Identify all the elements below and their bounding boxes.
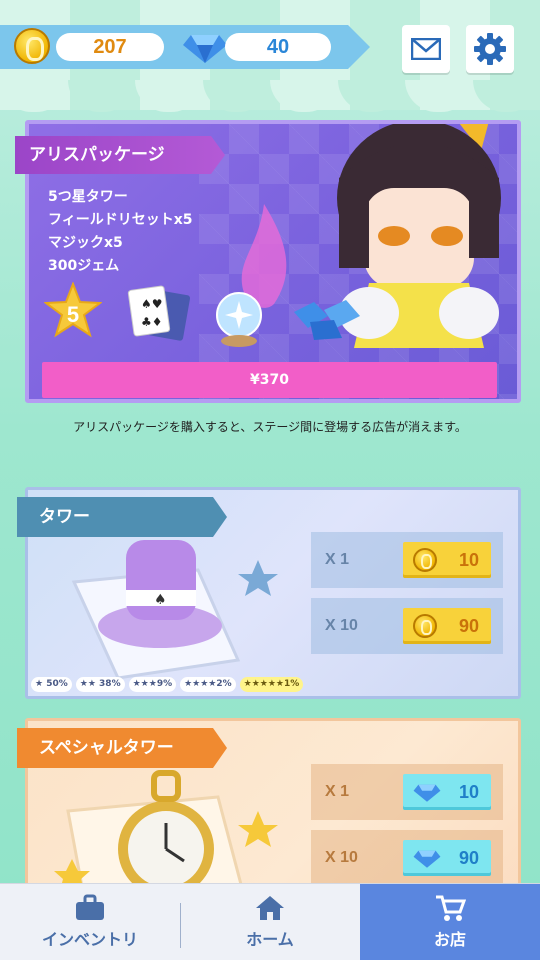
coin-icon — [413, 614, 437, 638]
package-item: マジックx5 — [48, 235, 123, 251]
star-rank-number: 5 — [67, 302, 79, 327]
awning-scallops — [0, 80, 540, 120]
quantity-label: X 1 — [325, 551, 350, 568]
mail-button[interactable] — [402, 25, 450, 73]
special-buy-x1-button[interactable]: 10 — [403, 774, 491, 810]
price-label: 10 — [458, 782, 479, 802]
nav-label: ホーム — [246, 930, 294, 949]
quantity-label: X 10 — [325, 617, 358, 634]
cards-image: ♠♥ ♣♦ — [127, 285, 191, 341]
tower-buy-x1-button[interactable]: 10 — [403, 542, 491, 578]
cart-icon — [436, 895, 466, 921]
special-gacha-title: スペシャルタワー — [17, 728, 227, 768]
tower-buy-row-1: X 1 10 — [311, 532, 503, 588]
price-label: 90 — [458, 848, 479, 868]
price-label: 10 — [458, 550, 479, 570]
svg-text:♠: ♠ — [154, 592, 167, 608]
gem-count: 40 — [225, 33, 331, 61]
quantity-label: X 10 — [325, 849, 358, 866]
gem-icon — [413, 850, 441, 868]
package-items-list: 5つ星タワー フィールドリセットx5 マジックx5 300ジェム — [48, 186, 193, 278]
tower-buy-x10-button[interactable]: 90 — [403, 608, 491, 644]
odds-badge: ★★★★2% — [180, 677, 236, 692]
odds-badge: ★★★9% — [128, 677, 177, 692]
coin-icon — [14, 28, 50, 64]
magic-hat-image: ♠ — [71, 540, 278, 680]
tower-buy-row-10: X 10 90 — [311, 598, 503, 654]
package-item: フィールドリセットx5 — [48, 212, 193, 228]
nav-label: お店 — [433, 930, 466, 949]
package-note: アリスパッケージを購入すると、ステージ間に登場する広告が消えます。 — [73, 420, 467, 434]
crystal-ball-image — [216, 292, 262, 347]
gems-pile-image — [294, 300, 360, 340]
svg-text:♣♦: ♣♦ — [141, 315, 163, 329]
coin-count: 207 — [56, 33, 164, 61]
settings-button[interactable] — [466, 25, 514, 73]
bottom-nav: インベントリ ホーム お店 — [0, 883, 540, 960]
price-label: 90 — [458, 616, 479, 636]
special-buy-row-1: X 1 10 — [311, 764, 503, 820]
nav-item-inventory[interactable]: インベントリ — [0, 884, 180, 960]
package-item: 5つ星タワー — [48, 189, 128, 205]
special-buy-x10-button[interactable]: 90 — [403, 840, 491, 876]
tower-gacha-title: タワー — [17, 497, 227, 537]
nav-divider — [180, 903, 181, 948]
package-item: 300ジェム — [48, 258, 120, 274]
special-buy-row-10: X 10 90 — [311, 830, 503, 886]
odds-badge: ★★ 38% — [75, 677, 125, 692]
odds-badge: ★ 50% — [31, 677, 72, 692]
svg-text:♠♥: ♠♥ — [141, 297, 163, 311]
gem-icon — [413, 784, 441, 802]
quantity-label: X 1 — [325, 783, 350, 800]
home-icon — [256, 896, 284, 920]
package-title: アリスパッケージ — [15, 136, 225, 174]
mail-icon — [411, 38, 441, 60]
odds-list: ★ 50% ★★ 38% ★★★9% ★★★★2% ★★★★★1% — [31, 677, 304, 692]
nav-item-home[interactable]: ホーム — [180, 884, 360, 960]
coin-icon — [413, 548, 437, 572]
star-rank-badge: 5 — [44, 282, 102, 338]
gem-icon — [183, 35, 227, 63]
nav-item-shop[interactable]: お店 — [360, 884, 540, 960]
briefcase-icon — [76, 894, 104, 920]
gear-icon — [474, 33, 506, 65]
odds-badge: ★★★★★1% — [239, 677, 304, 692]
package-buy-button[interactable]: ¥370 — [42, 362, 497, 398]
nav-label: インベントリ — [41, 930, 138, 949]
